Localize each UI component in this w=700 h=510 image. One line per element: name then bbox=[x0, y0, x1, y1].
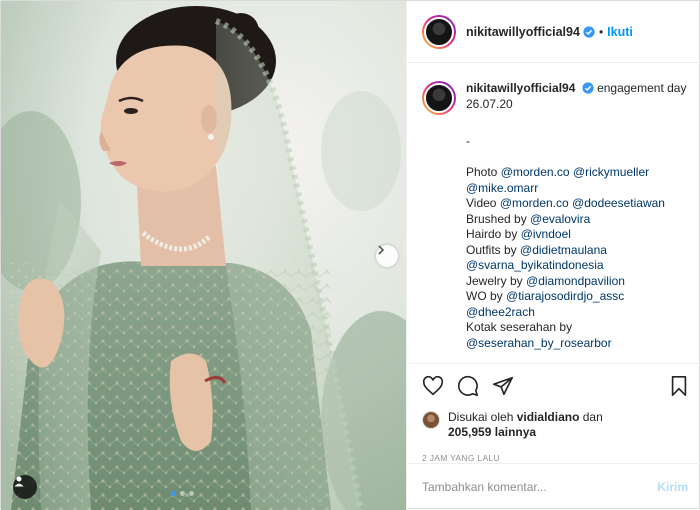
post-actions: Disukai oleh vidialdiano dan 205,959 lai… bbox=[408, 363, 700, 463]
caption-line-text: Kotak seserahan by bbox=[466, 320, 573, 334]
carousel-dot bbox=[189, 491, 194, 496]
liker-avatar[interactable] bbox=[422, 411, 440, 429]
mention-link[interactable]: @morden.co bbox=[501, 165, 570, 179]
caption-username[interactable]: nikitawillyofficial94 bbox=[466, 81, 575, 95]
caption-line: Photo @morden.co @rickymueller bbox=[466, 165, 688, 181]
comments-section: nikitawillyofficial94 engagement day 26.… bbox=[408, 63, 700, 363]
post-sidebar: nikitawillyofficial94 • Ikuti nikitawill… bbox=[408, 1, 700, 510]
header-username[interactable]: nikitawillyofficial94 bbox=[466, 25, 580, 39]
mention-link[interactable]: @mike.omarr bbox=[466, 181, 538, 195]
action-bar bbox=[422, 374, 690, 398]
mention-link[interactable]: @rickymueller bbox=[573, 165, 649, 179]
chevron-right-icon bbox=[378, 245, 385, 255]
caption-line-text: Video bbox=[466, 196, 500, 210]
header-separator: • bbox=[598, 24, 604, 39]
caption-line: @mike.omarr bbox=[466, 181, 688, 197]
verified-badge-icon bbox=[582, 82, 594, 94]
caption-line-text: Brushed by bbox=[466, 211, 531, 226]
caption: nikitawillyofficial94 engagement day 26.… bbox=[422, 81, 690, 351]
post-timestamp[interactable]: 2 JAM YANG LALU bbox=[422, 453, 690, 463]
post-header: nikitawillyofficial94 • Ikuti bbox=[408, 1, 700, 63]
mention-link[interactable]: @diamondpavilion bbox=[526, 274, 625, 288]
caption-line: @svarna_byikatindonesia bbox=[466, 258, 688, 274]
likes-suffix[interactable]: lainnya bbox=[495, 425, 536, 439]
caption-text: nikitawillyofficial94 engagement day 26.… bbox=[466, 81, 688, 351]
caption-line-text: Jewelry by bbox=[466, 273, 527, 288]
mention-link[interactable]: @svarna_byikatindonesia bbox=[466, 258, 604, 272]
likes-middle: dan bbox=[582, 410, 603, 424]
caption-line: Video @morden.co @dodeesetiawan bbox=[466, 196, 688, 212]
user-tags-button[interactable] bbox=[13, 475, 37, 499]
avatar[interactable] bbox=[422, 14, 456, 49]
mention-link[interactable]: @seserahan_by_rosearbor bbox=[466, 336, 612, 350]
heart-icon[interactable] bbox=[422, 375, 444, 397]
post-photo[interactable] bbox=[1, 1, 407, 510]
add-comment-bar: Kirim bbox=[408, 463, 700, 510]
carousel-dot bbox=[180, 491, 185, 496]
mention-link[interactable]: @dodeesetiawan bbox=[572, 196, 665, 210]
mention-link[interactable]: @evalovira bbox=[530, 212, 590, 226]
liker-username[interactable]: vidialdiano bbox=[517, 410, 580, 424]
caption-line: @seserahan_by_rosearbor bbox=[466, 336, 688, 352]
caption-line: @dhee2rach bbox=[466, 305, 688, 321]
caption-line: Hairdo by @ivndoel bbox=[466, 227, 688, 243]
caption-line: Kotak seserahan by bbox=[466, 320, 688, 336]
caption-line bbox=[466, 150, 688, 166]
mention-link[interactable]: @ivndoel bbox=[521, 227, 571, 241]
bookmark-icon[interactable] bbox=[668, 375, 690, 397]
mention-link[interactable]: @tiarajosodirdjo_assc bbox=[506, 289, 624, 303]
comment-bubble-icon[interactable] bbox=[457, 375, 479, 397]
comment-input[interactable] bbox=[422, 480, 658, 494]
caption-line-text: Photo bbox=[466, 165, 501, 179]
caption-line-text: - bbox=[466, 134, 470, 148]
mention-link[interactable]: @morden.co bbox=[500, 196, 569, 210]
likes-count[interactable]: 205,959 bbox=[448, 425, 491, 439]
caption-line-text: Hairdo by bbox=[466, 227, 521, 241]
bride-photo-illustration bbox=[1, 1, 406, 510]
carousel-dot bbox=[171, 491, 176, 496]
caption-line: Jewelry by @diamondpavilion bbox=[466, 274, 688, 290]
user-tag-icon bbox=[14, 476, 24, 487]
post-modal: nikitawillyofficial94 • Ikuti nikitawill… bbox=[0, 0, 700, 510]
caption-line-text: Outfits by bbox=[466, 242, 521, 257]
caption-line: Outfits by @didietmaulana bbox=[466, 243, 688, 259]
caption-avatar[interactable] bbox=[422, 81, 456, 115]
caption-body: - Photo @morden.co @rickymueller @mike.om… bbox=[466, 134, 688, 351]
verified-badge-icon bbox=[583, 25, 595, 38]
carousel-next-button[interactable] bbox=[376, 245, 398, 267]
likes-prefix: Disukai oleh bbox=[448, 410, 514, 424]
caption-line: Brushed by @evalovira bbox=[466, 212, 688, 228]
mention-link[interactable]: @dhee2rach bbox=[466, 305, 535, 319]
follow-button[interactable]: Ikuti bbox=[607, 25, 633, 39]
caption-line-text: WO by bbox=[466, 289, 507, 303]
carousel-indicator bbox=[171, 491, 194, 496]
mention-link[interactable]: @didietmaulana bbox=[520, 243, 607, 257]
likes-summary: Disukai oleh vidialdiano dan 205,959 lai… bbox=[422, 410, 690, 440]
caption-line: - bbox=[466, 134, 688, 150]
paper-plane-icon[interactable] bbox=[492, 375, 514, 397]
post-comment-button[interactable]: Kirim bbox=[657, 480, 688, 494]
caption-line: WO by @tiarajosodirdjo_assc bbox=[466, 289, 688, 305]
